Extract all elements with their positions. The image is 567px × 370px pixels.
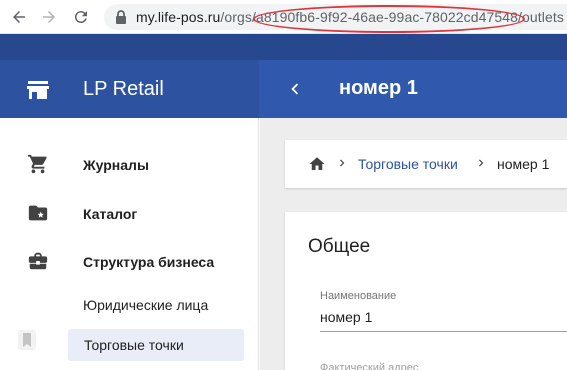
- briefcase-icon: [27, 250, 49, 272]
- chevron-left-icon[interactable]: [284, 78, 306, 100]
- back-arrow-icon[interactable]: [8, 6, 30, 28]
- name-field-underline: [320, 331, 567, 332]
- cart-icon: [27, 153, 49, 175]
- chevron-right-icon: [474, 156, 488, 170]
- forward-arrow-icon[interactable]: [38, 6, 60, 28]
- sidebar-subitem-label: Торговые точки: [84, 337, 184, 353]
- name-field[interactable]: номер 1: [320, 309, 372, 325]
- folder-star-icon: [27, 202, 49, 224]
- sidebar-item-label: Каталог: [83, 206, 138, 222]
- name-field-label: Наименование: [320, 290, 397, 302]
- sidebar-item-label: Структура бизнеса: [83, 254, 215, 270]
- breadcrumb-current: номер 1: [497, 156, 550, 172]
- url-host: my.life-pos.ru: [136, 9, 221, 25]
- address-field-label: Фактический адрес: [320, 362, 419, 370]
- section-title: Общее: [308, 236, 371, 257]
- home-icon[interactable]: [308, 155, 326, 173]
- sidebar-item-label: Журналы: [83, 157, 149, 173]
- chevron-right-icon: [335, 156, 349, 170]
- url-path: /orgs/a8190fb6-9f92-46ae-99ac-78022cd475…: [220, 9, 564, 25]
- app-title: LP Retail: [83, 78, 164, 100]
- store-icon: [27, 80, 49, 100]
- url-text[interactable]: my.life-pos.ru/orgs/a8190fb6-9f92-46ae-9…: [136, 9, 564, 25]
- reload-icon[interactable]: [70, 6, 92, 28]
- bookmark-icon[interactable]: [18, 330, 36, 350]
- header-top-stripe: [0, 34, 567, 60]
- breadcrumb-link-outlets[interactable]: Торговые точки: [358, 156, 458, 172]
- sidebar-subitem-legal-entities[interactable]: Юридические лица: [83, 297, 208, 313]
- lock-icon: [114, 9, 128, 25]
- browser-toolbar: my.life-pos.ru/orgs/a8190fb6-9f92-46ae-9…: [0, 0, 567, 34]
- page-title: номер 1: [339, 77, 418, 99]
